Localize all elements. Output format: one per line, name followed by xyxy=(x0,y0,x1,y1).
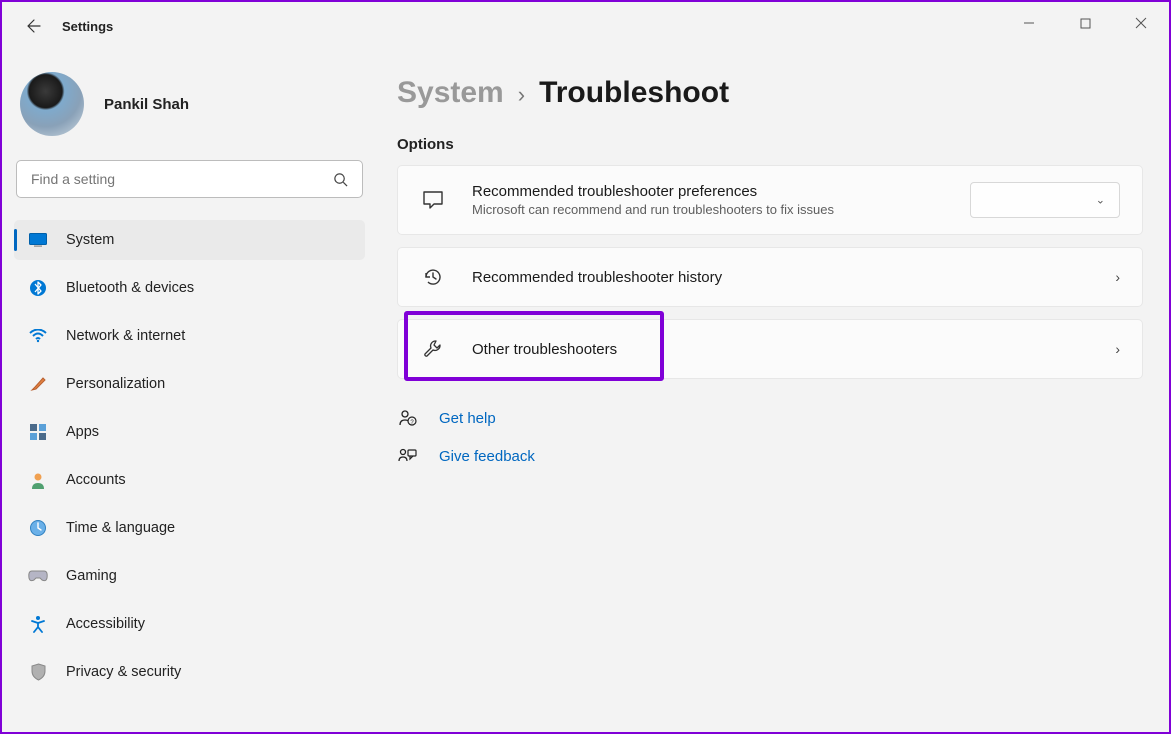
maximize-button[interactable] xyxy=(1063,8,1107,38)
sidebar-item-time-language[interactable]: Time & language xyxy=(14,508,365,548)
sidebar-item-label: Time & language xyxy=(66,520,175,536)
chevron-right-icon: › xyxy=(518,82,525,108)
help-icon: ? xyxy=(397,409,419,427)
sidebar-item-network[interactable]: Network & internet xyxy=(14,316,365,356)
window-title: Settings xyxy=(62,19,113,34)
sidebar-item-gaming[interactable]: Gaming xyxy=(14,556,365,596)
card-title: Recommended troubleshooter history xyxy=(472,269,1115,286)
sidebar-item-system[interactable]: System xyxy=(14,220,365,260)
minimize-icon xyxy=(1023,17,1035,29)
chevron-down-icon: ⌄ xyxy=(1096,194,1105,207)
card-recommended-preferences[interactable]: Recommended troubleshooter preferences M… xyxy=(397,165,1143,235)
breadcrumb-parent[interactable]: System xyxy=(397,76,504,110)
sidebar-item-label: Privacy & security xyxy=(66,664,181,680)
get-help-row[interactable]: ? Get help xyxy=(397,409,1143,427)
sidebar-item-label: Bluetooth & devices xyxy=(66,280,194,296)
brush-icon xyxy=(28,374,48,394)
section-title: Options xyxy=(397,136,1143,153)
search-input[interactable] xyxy=(31,171,333,187)
minimize-button[interactable] xyxy=(1007,8,1051,38)
arrow-left-icon xyxy=(26,18,42,34)
card-other-troubleshooters[interactable]: Other troubleshooters › xyxy=(397,319,1143,379)
system-icon xyxy=(28,230,48,250)
sidebar-item-bluetooth[interactable]: Bluetooth & devices xyxy=(14,268,365,308)
sidebar-item-personalization[interactable]: Personalization xyxy=(14,364,365,404)
give-feedback-link[interactable]: Give feedback xyxy=(439,448,535,465)
close-icon xyxy=(1135,17,1147,29)
sidebar-item-label: Gaming xyxy=(66,568,117,584)
wrench-icon xyxy=(420,336,446,362)
sidebar-item-label: Accessibility xyxy=(66,616,145,632)
sidebar-item-label: System xyxy=(66,232,114,248)
give-feedback-row[interactable]: Give feedback xyxy=(397,447,1143,465)
breadcrumb-current: Troubleshoot xyxy=(539,76,729,110)
card-title: Recommended troubleshooter preferences xyxy=(472,183,970,200)
sidebar-item-label: Personalization xyxy=(66,376,165,392)
shield-icon xyxy=(28,662,48,682)
sidebar-item-accessibility[interactable]: Accessibility xyxy=(14,604,365,644)
clock-globe-icon xyxy=(28,518,48,538)
comment-icon xyxy=(420,187,446,213)
maximize-icon xyxy=(1080,18,1091,29)
card-subtitle: Microsoft can recommend and run troubles… xyxy=(472,202,970,217)
history-icon xyxy=(420,264,446,290)
person-icon xyxy=(28,470,48,490)
accessibility-icon xyxy=(28,614,48,634)
back-button[interactable] xyxy=(20,12,48,40)
close-button[interactable] xyxy=(1119,8,1163,38)
card-title: Other troubleshooters xyxy=(472,341,1115,358)
chevron-right-icon: › xyxy=(1115,341,1120,357)
search-icon xyxy=(333,172,348,187)
wifi-icon xyxy=(28,326,48,346)
feedback-icon xyxy=(397,447,419,465)
sidebar-nav: System Bluetooth & devices Network & int… xyxy=(14,220,365,692)
breadcrumb: System › Troubleshoot xyxy=(397,76,1143,110)
sidebar-item-label: Apps xyxy=(66,424,99,440)
gamepad-icon xyxy=(28,566,48,586)
sidebar-item-label: Network & internet xyxy=(66,328,185,344)
search-input-container[interactable] xyxy=(16,160,363,198)
sidebar-item-label: Accounts xyxy=(66,472,126,488)
profile-block[interactable]: Pankil Shah xyxy=(14,66,365,154)
sidebar-item-accounts[interactable]: Accounts xyxy=(14,460,365,500)
bluetooth-icon xyxy=(28,278,48,298)
sidebar-item-apps[interactable]: Apps xyxy=(14,412,365,452)
user-name: Pankil Shah xyxy=(104,96,189,113)
card-history[interactable]: Recommended troubleshooter history › xyxy=(397,247,1143,307)
preferences-dropdown[interactable]: ⌄ xyxy=(970,182,1120,218)
apps-icon xyxy=(28,422,48,442)
avatar xyxy=(20,72,84,136)
chevron-right-icon: › xyxy=(1115,269,1120,285)
sidebar-item-privacy[interactable]: Privacy & security xyxy=(14,652,365,692)
get-help-link[interactable]: Get help xyxy=(439,410,496,427)
